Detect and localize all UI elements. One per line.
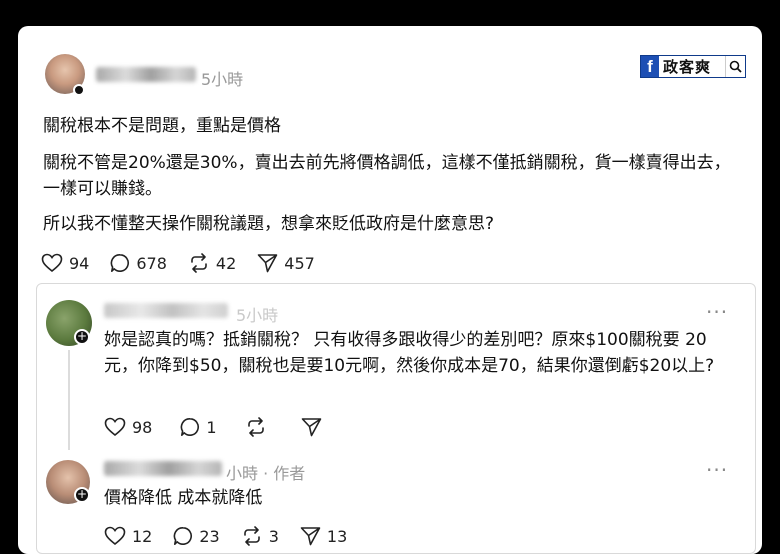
like-button[interactable]: 94 <box>41 253 89 273</box>
repost-icon <box>191 253 207 273</box>
author-name-blurred[interactable] <box>96 67 196 82</box>
add-follow-icon[interactable]: + <box>74 487 90 503</box>
repost-icon <box>243 526 260 546</box>
share-button[interactable]: 13 <box>300 526 347 546</box>
share-button[interactable]: 457 <box>257 253 315 273</box>
repost-icon <box>247 417 264 437</box>
post-time: 5小時 <box>201 70 244 89</box>
share-icon <box>257 254 278 273</box>
share-icon <box>301 418 321 437</box>
reply-actions: 98 1 <box>104 417 356 437</box>
comment-icon <box>174 526 193 545</box>
share-count: 13 <box>326 526 348 546</box>
share-button[interactable] <box>301 417 328 437</box>
reply-actions: 12 23 3 13 <box>104 526 368 546</box>
comment-count: 678 <box>136 253 167 273</box>
like-count: 94 <box>69 253 90 273</box>
more-icon[interactable]: ··· <box>706 460 728 480</box>
more-icon[interactable]: ··· <box>706 302 728 322</box>
comment-count: 1 <box>206 417 217 437</box>
brand-text: 政客爽 <box>659 56 725 77</box>
heart-icon <box>41 253 63 273</box>
reply-time: 5小時 <box>236 306 279 325</box>
comment-button[interactable]: 678 <box>110 253 167 273</box>
heart-icon <box>104 526 126 546</box>
repost-button[interactable]: 42 <box>188 253 236 273</box>
reply-text: 妳是認真的嗎？抵銷關稅？ 只有收得多跟收得少的差別吧？原來$100關稅要 20 … <box>104 330 715 376</box>
top-black-bar <box>0 0 780 19</box>
post-paragraph: 關稅根本不是問題，重點是價格 <box>43 116 281 136</box>
share-count: 457 <box>284 253 315 273</box>
reply-time: 小時 · 作者 <box>226 464 306 483</box>
repost-count: 3 <box>268 526 279 546</box>
share-icon <box>300 527 321 546</box>
like-button[interactable]: 12 <box>104 526 152 546</box>
thread-line <box>68 350 70 450</box>
reply-author-name-blurred[interactable] <box>104 303 228 318</box>
comment-count: 23 <box>199 526 220 546</box>
comment-icon <box>181 417 200 436</box>
like-count: 98 <box>132 417 153 437</box>
heart-icon <box>104 417 126 437</box>
post-actions: 94 678 42 457 <box>41 253 336 273</box>
reply-author-name-blurred[interactable] <box>104 461 222 476</box>
comment-icon <box>111 253 130 272</box>
search-icon <box>725 56 745 77</box>
brand-logo: f 政客爽 <box>640 55 746 78</box>
comment-button[interactable]: 23 <box>173 526 220 546</box>
post-paragraph: 關稅不管是20%還是30%，賣出去前先將價格調低，這樣不僅抵銷關稅，貨一樣賣得出… <box>43 153 731 199</box>
like-count: 12 <box>132 526 153 546</box>
add-follow-icon[interactable]: + <box>74 329 90 345</box>
repost-button[interactable]: 3 <box>241 526 279 546</box>
post-paragraph: 所以我不懂整天操作關稅議題，想拿來貶低政府是什麼意思? <box>43 214 495 234</box>
reply-text: 價格降低 成本就降低 <box>104 488 263 508</box>
repost-count: 42 <box>215 253 237 273</box>
comment-button[interactable]: 1 <box>180 417 217 437</box>
repost-button[interactable] <box>245 417 273 437</box>
facebook-icon: f <box>647 56 653 76</box>
add-follow-icon[interactable] <box>73 84 85 96</box>
like-button[interactable]: 98 <box>104 417 152 437</box>
